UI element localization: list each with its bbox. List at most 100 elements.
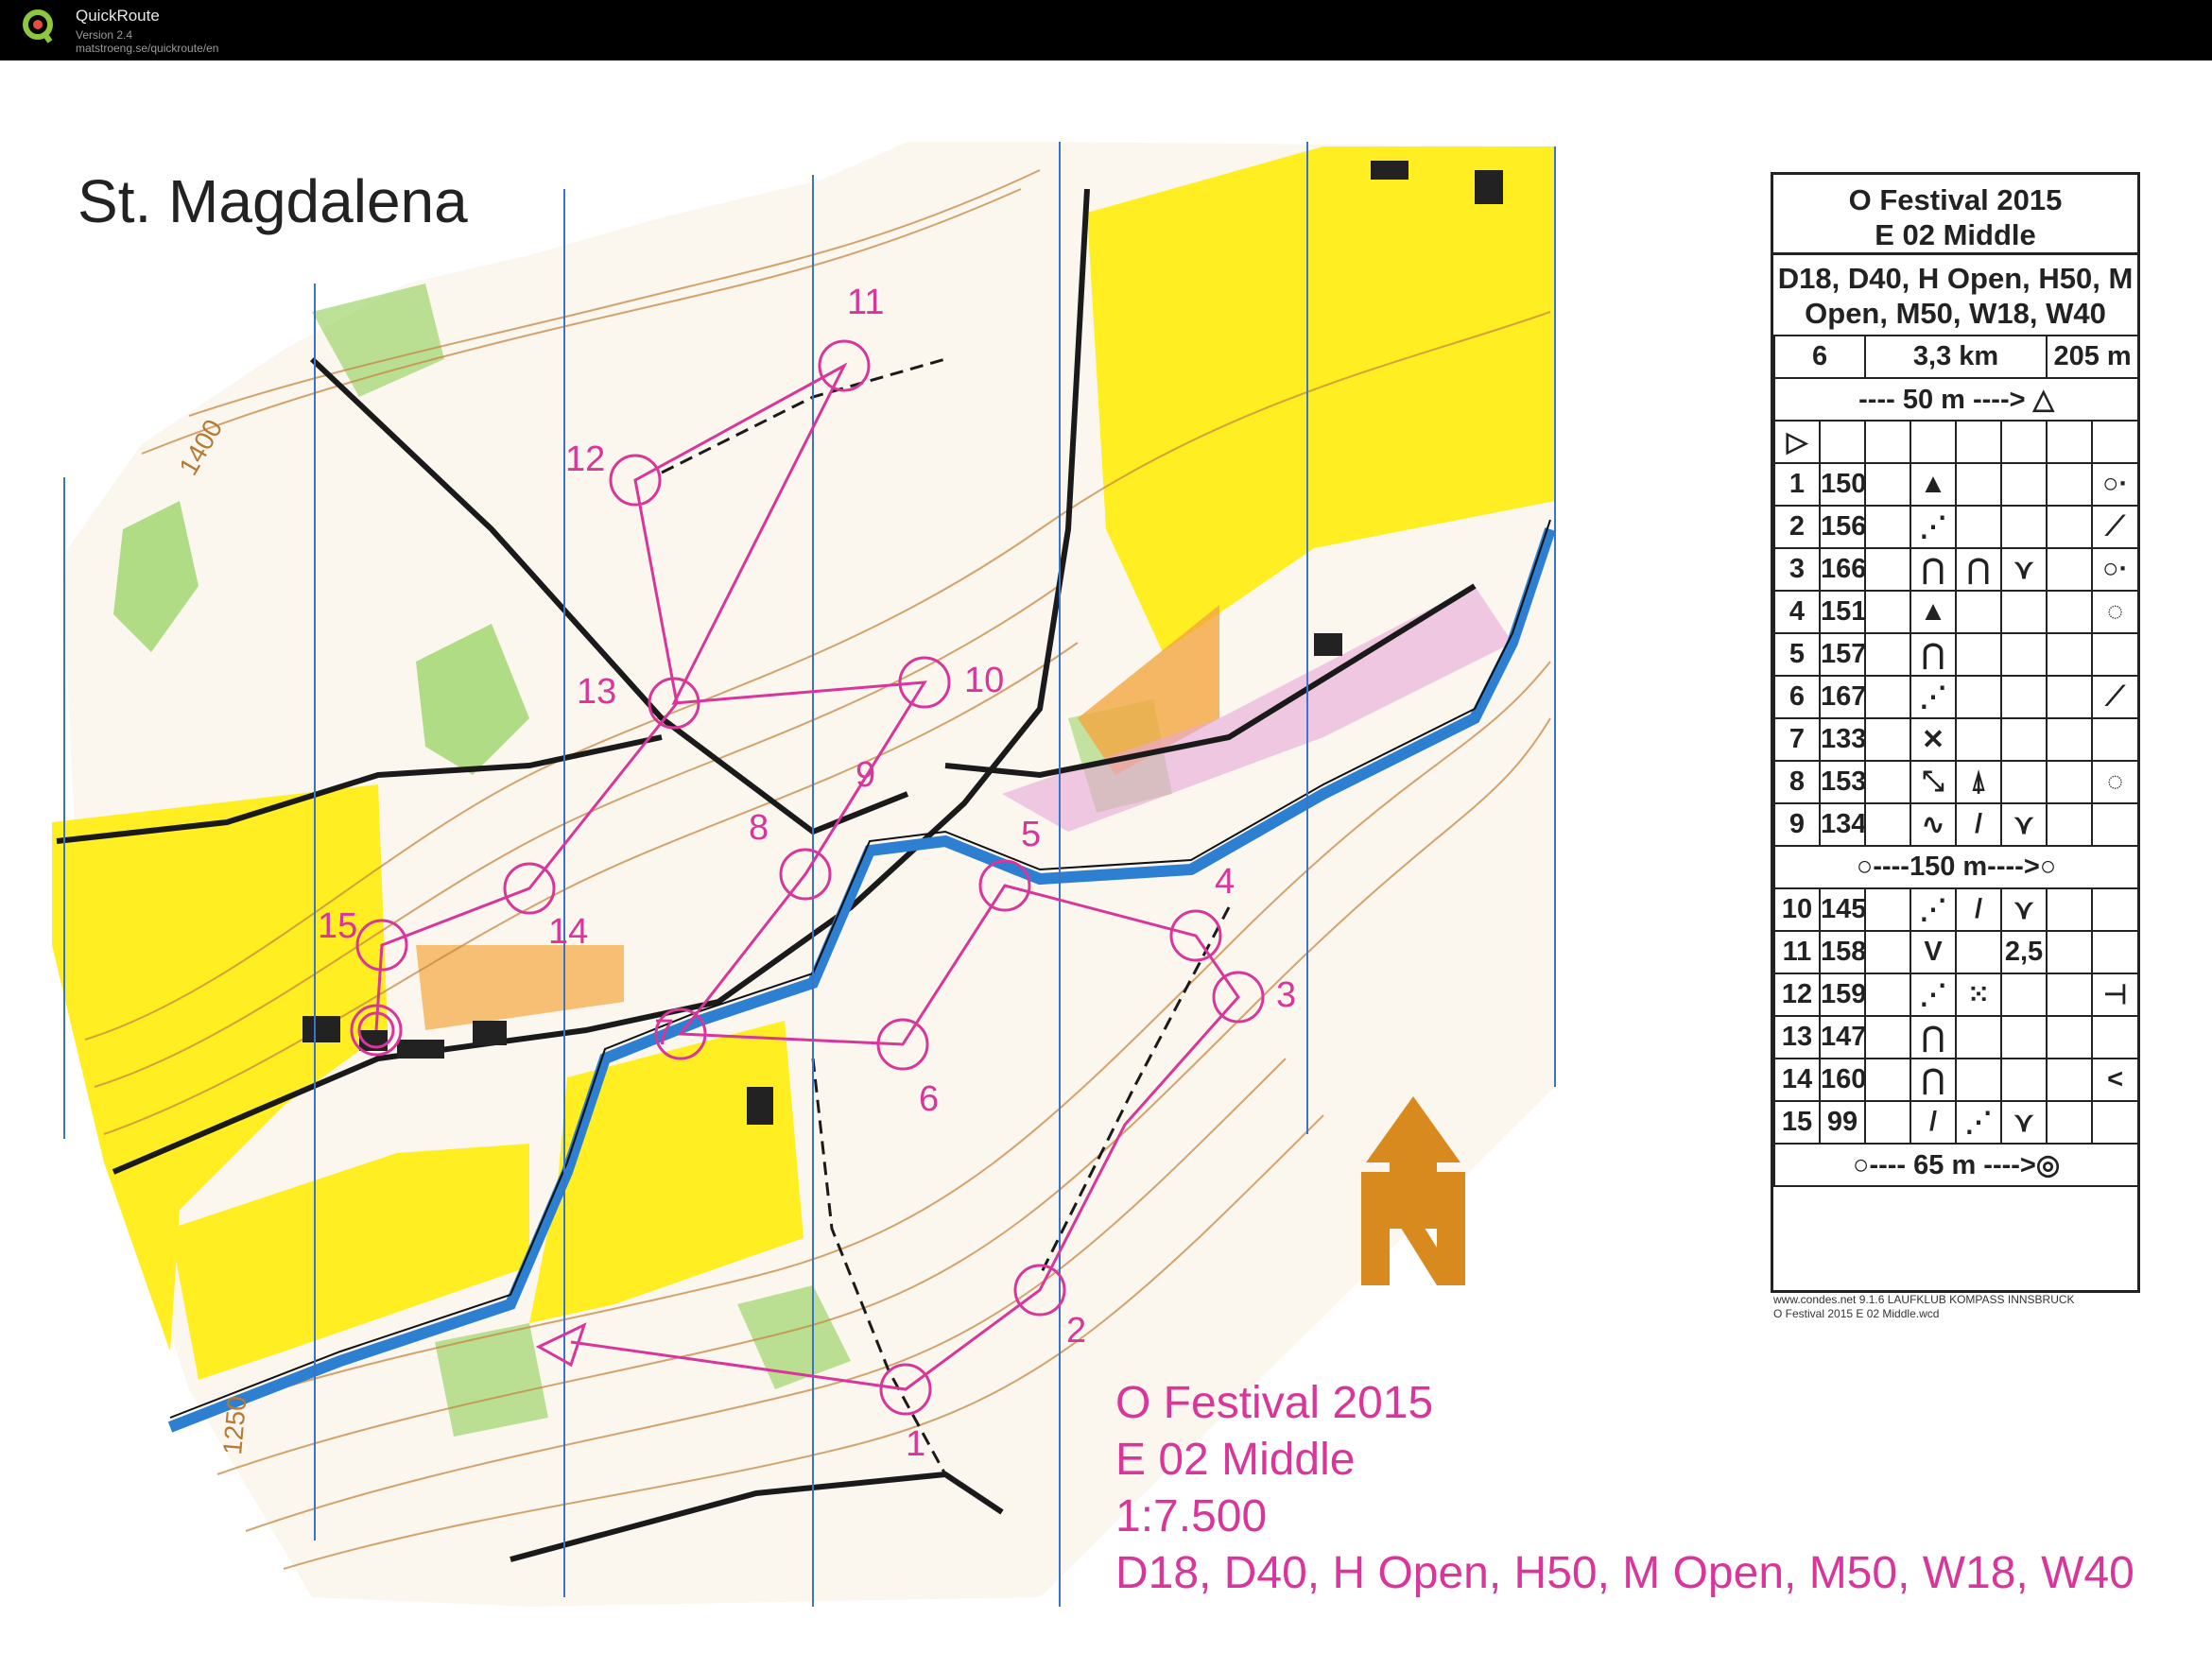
cd-symbol-icon	[1955, 675, 2003, 719]
cd-symbol-icon: ⋂	[1910, 1015, 1958, 1059]
control-number: 13	[577, 672, 616, 712]
cd-symbol-icon: ⋎	[2000, 547, 2048, 592]
control-number: 11	[847, 283, 884, 322]
overprint-scale: 1:7.500	[1115, 1491, 1268, 1541]
overprint-event: O Festival 2015	[1115, 1378, 1434, 1428]
cd-control-code: 133	[1818, 717, 1867, 762]
cd-control-row: 6 167 ⋰ ⟋	[1773, 675, 2140, 719]
cd-symbol-icon	[2046, 717, 2094, 762]
cd-symbol-icon: ⤡	[1910, 760, 1958, 804]
cd-control-row: 1 150 ▲ ○·	[1773, 462, 2140, 507]
cd-control-row: 14 160 ⋂ <	[1773, 1058, 2140, 1102]
cd-control-number: 12	[1773, 973, 1821, 1017]
cd-symbol-icon: ○·	[2091, 462, 2140, 507]
cd-control-code: 158	[1818, 930, 1867, 974]
cd-symbol-icon: ✕	[1910, 717, 1958, 762]
cd-symbol-icon	[1955, 462, 2003, 507]
cd-which-of-similar	[1864, 802, 1912, 847]
cd-control-number: 3	[1773, 547, 1821, 592]
course-info-overprint: O Festival 2015 E 02 Middle 1:7.500 D18,…	[1115, 1375, 2134, 1602]
cd-control-code: 150	[1818, 462, 1867, 507]
cd-symbol-icon: ⟋	[2091, 675, 2140, 719]
cd-control-row: 11 158 V 2,5	[1773, 930, 2140, 974]
map-title: St. Magdalena	[78, 167, 468, 235]
cd-control-number: 14	[1773, 1058, 1821, 1102]
cd-symbol-icon	[2046, 887, 2094, 932]
cd-symbol-icon: ⋂	[1910, 547, 1958, 592]
cd-symbol-icon	[2046, 802, 2094, 847]
cd-which-of-similar	[1864, 675, 1912, 719]
cd-symbol-icon	[2046, 1058, 2094, 1102]
cd-control-number: 11	[1773, 930, 1821, 974]
cd-course-number: 6	[1772, 335, 1867, 379]
overprint-classes: D18, D40, H Open, H50, M Open, M50, W18,…	[1115, 1548, 2134, 1598]
cd-symbol-icon: ⋂	[1910, 632, 1958, 677]
cd-taped-row: ○----150 m---->○	[1772, 845, 2140, 889]
cd-symbol-icon	[1955, 632, 2003, 677]
cd-which-of-similar	[1864, 973, 1912, 1017]
cd-control-code: 153	[1818, 760, 1867, 804]
cd-symbol-icon	[1955, 505, 2003, 549]
cd-control-number: 6	[1773, 675, 1821, 719]
cd-symbol-icon	[2000, 717, 2048, 762]
cd-symbol-icon	[2046, 930, 2094, 974]
control-number: 4	[1215, 862, 1235, 902]
cd-symbol-icon: ▲	[1910, 590, 1958, 634]
cd-symbol-icon	[2091, 887, 2140, 932]
cd-symbol-icon	[2000, 632, 2048, 677]
cd-summary-row: 6 3,3 km 205 m	[1772, 335, 2140, 379]
cd-symbol-icon	[2046, 760, 2094, 804]
vegetation-patch	[435, 1323, 548, 1437]
cd-control-row: 5 157 ⋂	[1773, 632, 2140, 677]
cd-which-of-similar	[1864, 1100, 1912, 1145]
cd-control-row: 7 133 ✕	[1773, 717, 2140, 762]
cd-symbol-icon: ⋂	[1955, 547, 2003, 592]
cd-symbol-icon: ⋰	[1910, 973, 1958, 1017]
cd-symbol-icon: ∿	[1910, 802, 1958, 847]
cd-event-name: O Festival 2015	[1848, 183, 2063, 216]
cd-which-of-similar	[1864, 887, 1912, 932]
control-number: 10	[964, 661, 1004, 700]
cd-symbol-icon: ⍋	[1955, 760, 2003, 804]
cd-control-row: 13 147 ⋂	[1773, 1015, 2140, 1059]
cd-symbol-icon: ⋰	[1910, 887, 1958, 932]
cd-control-row: 12 159 ⋰ ⁙ ⊣	[1773, 973, 2140, 1017]
cd-symbol-icon	[1955, 1015, 2003, 1059]
cd-control-code: 159	[1818, 973, 1867, 1017]
cd-symbol-icon	[2000, 590, 2048, 634]
cd-symbol-icon	[1955, 590, 2003, 634]
cd-symbol-icon	[2046, 1015, 2094, 1059]
cd-symbol-icon	[2046, 1100, 2094, 1145]
cd-start-taped: ---- 50 m ----> △	[1772, 377, 2140, 422]
cd-symbol-icon	[2000, 505, 2048, 549]
cd-control-code: 167	[1818, 675, 1867, 719]
cd-control-code: 156	[1818, 505, 1867, 549]
cd-which-of-similar	[1864, 462, 1912, 507]
cd-symbol-icon: ⋰	[1955, 1100, 2003, 1145]
cd-climb: 205 m	[2046, 335, 2140, 379]
cd-symbol-icon: ⋎	[2000, 1100, 2048, 1145]
quickroute-logo-icon	[23, 9, 53, 43]
cd-symbol-icon: /	[1955, 802, 2003, 847]
cd-symbol-icon	[2046, 547, 2094, 592]
cd-symbol-icon	[2091, 930, 2140, 974]
app-name: QuickRoute	[76, 7, 160, 25]
cd-footer: O Festival 2015 E 02 Middle.wcd	[1773, 1307, 1940, 1320]
cd-symbol-icon	[1955, 1058, 2003, 1102]
cd-control-code: 147	[1818, 1015, 1867, 1059]
cd-symbol-icon: V	[1910, 930, 1958, 974]
cd-control-row: 8 153 ⤡ ⍋ ◌	[1773, 760, 2140, 804]
cd-control-row: 4 151 ▲ ◌	[1773, 590, 2140, 634]
cd-symbol-icon	[2046, 632, 2094, 677]
cd-control-number: 1	[1773, 462, 1821, 507]
control-number: 14	[548, 912, 588, 952]
cd-symbol-icon	[1955, 930, 2003, 974]
cd-control-number: 2	[1773, 505, 1821, 549]
app-url: matstroeng.se/quickroute/en	[76, 42, 219, 55]
control-number: 3	[1276, 975, 1296, 1015]
cd-control-code: 166	[1818, 547, 1867, 592]
cd-control-code: 99	[1818, 1100, 1867, 1145]
cd-table: 6 3,3 km 205 m ---- 50 m ----> △ ▷ 1 150 ▲…	[1772, 335, 2140, 1187]
cd-taped-middle: ○----150 m---->○	[1772, 845, 2140, 889]
control-description-sheet: O Festival 2015 E 02 Middle D18, D40, H …	[1771, 172, 2140, 1293]
